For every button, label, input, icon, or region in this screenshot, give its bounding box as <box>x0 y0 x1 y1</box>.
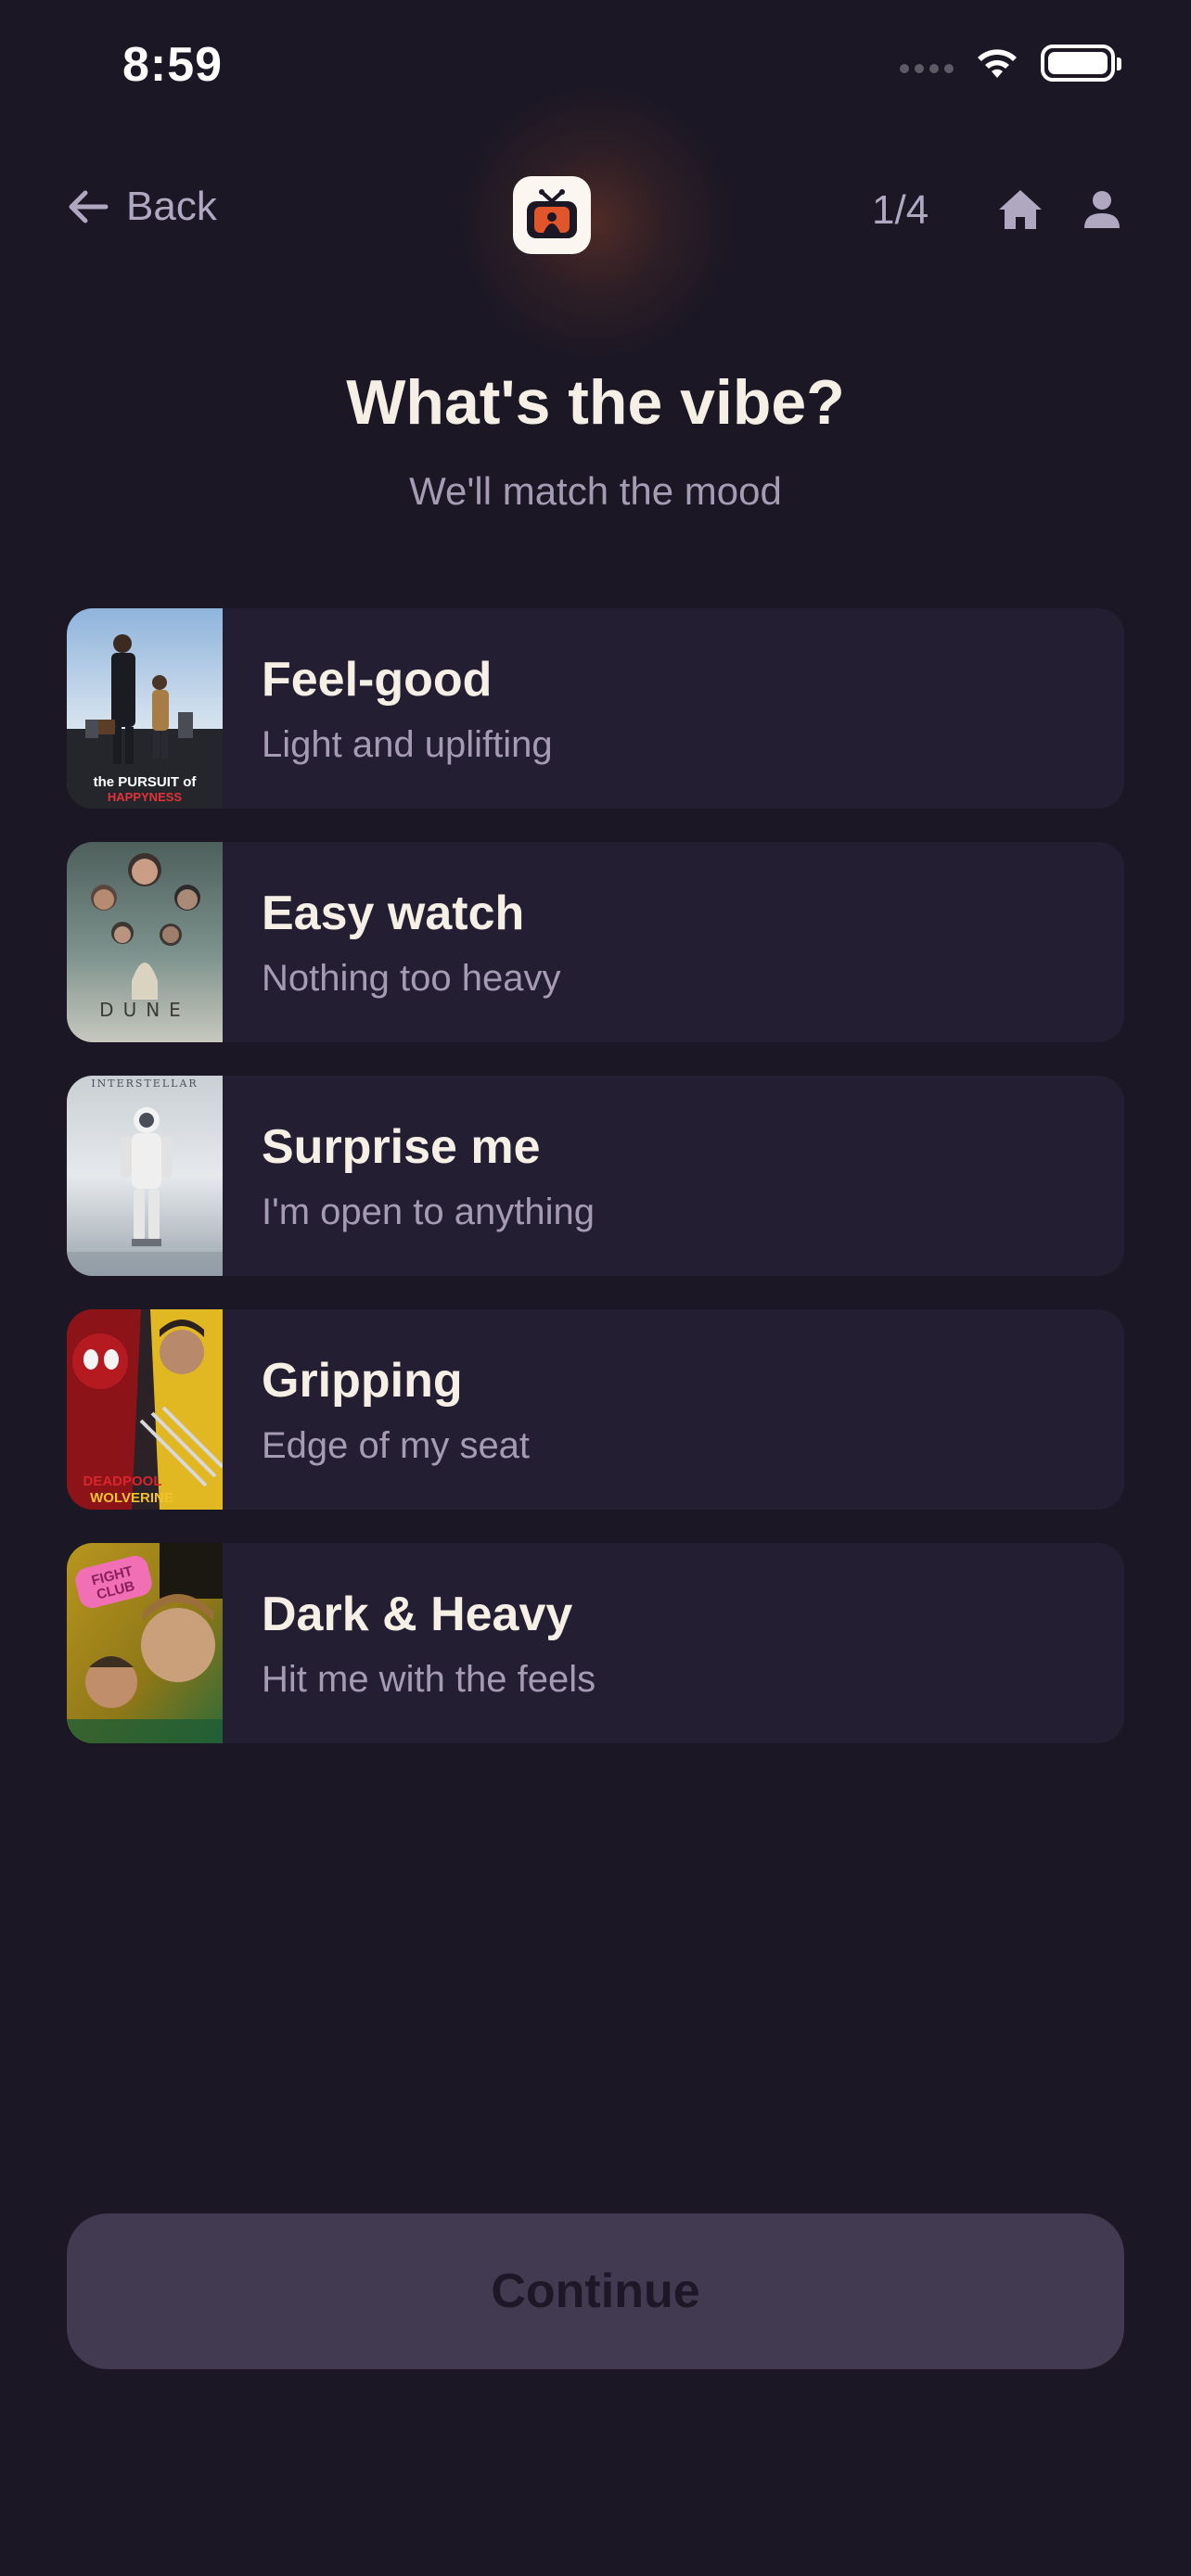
poster-image: INTERSTELLAR <box>67 1076 223 1276</box>
continue-button[interactable]: Continue <box>67 2213 1124 2369</box>
cellular-signal-icon <box>900 64 954 73</box>
step-indicator: 1/4 <box>872 187 929 233</box>
poster-image: the PURSUIT of HAPPYNESS <box>67 608 223 809</box>
poster-caption-2: HAPPYNESS <box>108 790 183 804</box>
tv-logo-icon <box>527 189 577 238</box>
person-icon <box>1084 191 1120 228</box>
vibe-screen: 8:59 Back 1/4 What's the vibe? We'll mat… <box>0 0 1191 2576</box>
option-easy-watch[interactable]: DUNE Easy watch Nothing too heavy <box>67 842 1124 1042</box>
option-description: I'm open to anything <box>262 1191 595 1232</box>
poster-caption: the PURSUIT of <box>94 774 198 790</box>
battery-icon <box>1041 45 1121 82</box>
option-description: Hit me with the feels <box>262 1658 596 1700</box>
option-dark-heavy[interactable]: FIGHT CLUB Dark & Heavy Hit me with the … <box>67 1543 1124 1743</box>
wifi-icon <box>978 49 1017 78</box>
option-text: Easy watch Nothing too heavy <box>223 886 560 1000</box>
option-surprise-me[interactable]: INTERSTELLAR Surprise me I'm open to any… <box>67 1076 1124 1276</box>
poster-image: FIGHT CLUB <box>67 1543 223 1743</box>
option-description: Light and uplifting <box>262 723 553 765</box>
option-text: Gripping Edge of my seat <box>223 1353 530 1467</box>
poster-image: DEADPOOL WOLVERINE <box>67 1309 223 1510</box>
profile-button[interactable] <box>1082 189 1122 235</box>
app-logo <box>513 176 591 254</box>
logo-glow <box>456 83 735 362</box>
poster-caption: DEADPOOL <box>83 1473 161 1489</box>
poster-caption: INTERSTELLAR <box>91 1078 198 1090</box>
back-button[interactable]: Back <box>67 184 217 230</box>
option-title: Dark & Heavy <box>262 1587 573 1641</box>
option-title: Surprise me <box>262 1119 541 1174</box>
option-title: Easy watch <box>262 886 525 940</box>
nav-bar: Back 1/4 <box>0 83 1191 362</box>
page-title: What's the vibe? <box>346 367 845 438</box>
option-description: Edge of my seat <box>262 1424 531 1466</box>
status-time: 8:59 <box>122 38 224 92</box>
option-description: Nothing too heavy <box>262 957 561 999</box>
option-gripping[interactable]: DEADPOOL WOLVERINE Gripping Edge of my s… <box>67 1309 1124 1510</box>
option-text: Feel-good Light and uplifting <box>223 652 553 766</box>
home-icon <box>999 190 1042 229</box>
poster-image: DUNE <box>67 842 223 1042</box>
home-button[interactable] <box>996 187 1044 236</box>
option-feel-good[interactable]: the PURSUIT of HAPPYNESS Feel-good Light… <box>67 608 1124 809</box>
status-icons <box>900 45 1121 82</box>
poster-caption-2: WOLVERINE <box>90 1490 173 1506</box>
poster-caption: DUNE <box>99 999 190 1021</box>
arrow-left-icon <box>69 190 109 223</box>
vibe-option-list: the PURSUIT of HAPPYNESS Feel-good Light… <box>67 608 1124 1777</box>
option-text: Surprise me I'm open to anything <box>223 1119 595 1233</box>
option-title: Feel-good <box>262 652 493 707</box>
option-text: Dark & Heavy Hit me with the feels <box>223 1587 596 1701</box>
back-label: Back <box>126 184 217 229</box>
option-title: Gripping <box>262 1353 463 1408</box>
page-subtitle: We'll match the mood <box>409 469 782 513</box>
